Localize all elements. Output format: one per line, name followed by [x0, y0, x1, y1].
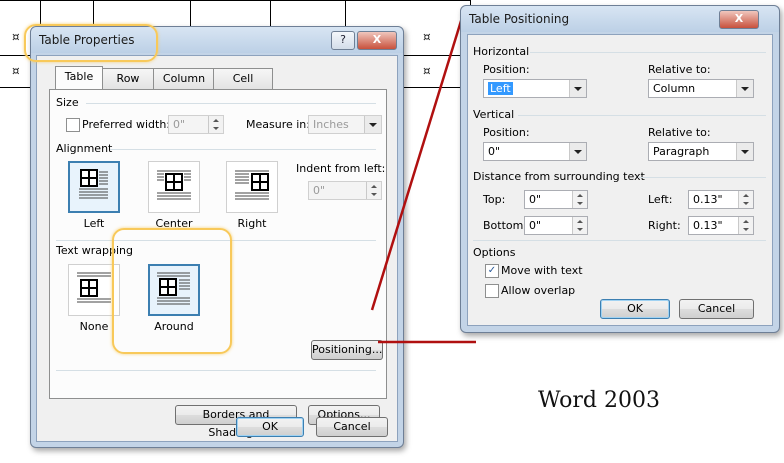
spin-arrows-icon[interactable]	[572, 191, 587, 208]
vertical-position-label: Position:	[483, 126, 530, 139]
allow-overlap-checkbox[interactable]	[485, 284, 499, 298]
table-positioning-dialog: Table Positioning X Horizontal Position:…	[460, 5, 780, 333]
vertical-position-combo[interactable]: 0"	[483, 142, 587, 161]
top-distance-field[interactable]: 0"	[524, 190, 588, 209]
dialog-client-area: Horizontal Position: Left Relative to: C…	[467, 34, 773, 326]
horizontal-relative-select[interactable]: Column	[648, 79, 754, 98]
spin-arrows-icon[interactable]	[738, 217, 753, 234]
dialog-title: Table Positioning	[469, 12, 570, 26]
close-button[interactable]: X	[719, 10, 759, 29]
ok-button[interactable]: OK	[600, 299, 670, 319]
spin-arrows-icon[interactable]	[572, 217, 587, 234]
top-distance-label: Top:	[483, 193, 506, 206]
options-group-label: Options	[473, 246, 516, 259]
version-caption: Word 2003	[538, 388, 660, 413]
horizontal-position-label: Position:	[483, 63, 530, 76]
left-distance-field[interactable]: 0.13"	[688, 190, 754, 209]
left-distance-label: Left:	[648, 193, 673, 206]
horizontal-position-combo[interactable]: Left	[483, 79, 587, 98]
horizontal-group-label: Horizontal	[473, 45, 530, 58]
vertical-group-label: Vertical	[473, 108, 515, 121]
allow-overlap-label: Allow overlap	[501, 284, 576, 297]
table-positioning-titlebar[interactable]: Table Positioning X	[461, 6, 779, 32]
dropdown-arrow-icon[interactable]	[736, 143, 753, 160]
spin-arrows-icon[interactable]	[738, 191, 753, 208]
move-with-text-label: Move with text	[501, 264, 583, 277]
right-distance-label: Right:	[648, 219, 681, 232]
move-with-text-checkbox[interactable]: ✓	[485, 264, 499, 278]
bottom-distance-field[interactable]: 0"	[524, 216, 588, 235]
dropdown-arrow-icon[interactable]	[569, 80, 586, 97]
distance-group-label: Distance from surrounding text	[473, 170, 645, 183]
vertical-relative-select[interactable]: Paragraph	[648, 142, 754, 161]
vertical-relative-label: Relative to:	[648, 126, 711, 139]
horizontal-relative-label: Relative to:	[648, 63, 711, 76]
cancel-button[interactable]: Cancel	[679, 299, 754, 319]
dropdown-arrow-icon[interactable]	[736, 80, 753, 97]
bottom-distance-label: Bottom:	[483, 219, 528, 232]
dropdown-arrow-icon[interactable]	[569, 143, 586, 160]
right-distance-field[interactable]: 0.13"	[688, 216, 754, 235]
tab-table[interactable]: Table	[55, 66, 103, 89]
